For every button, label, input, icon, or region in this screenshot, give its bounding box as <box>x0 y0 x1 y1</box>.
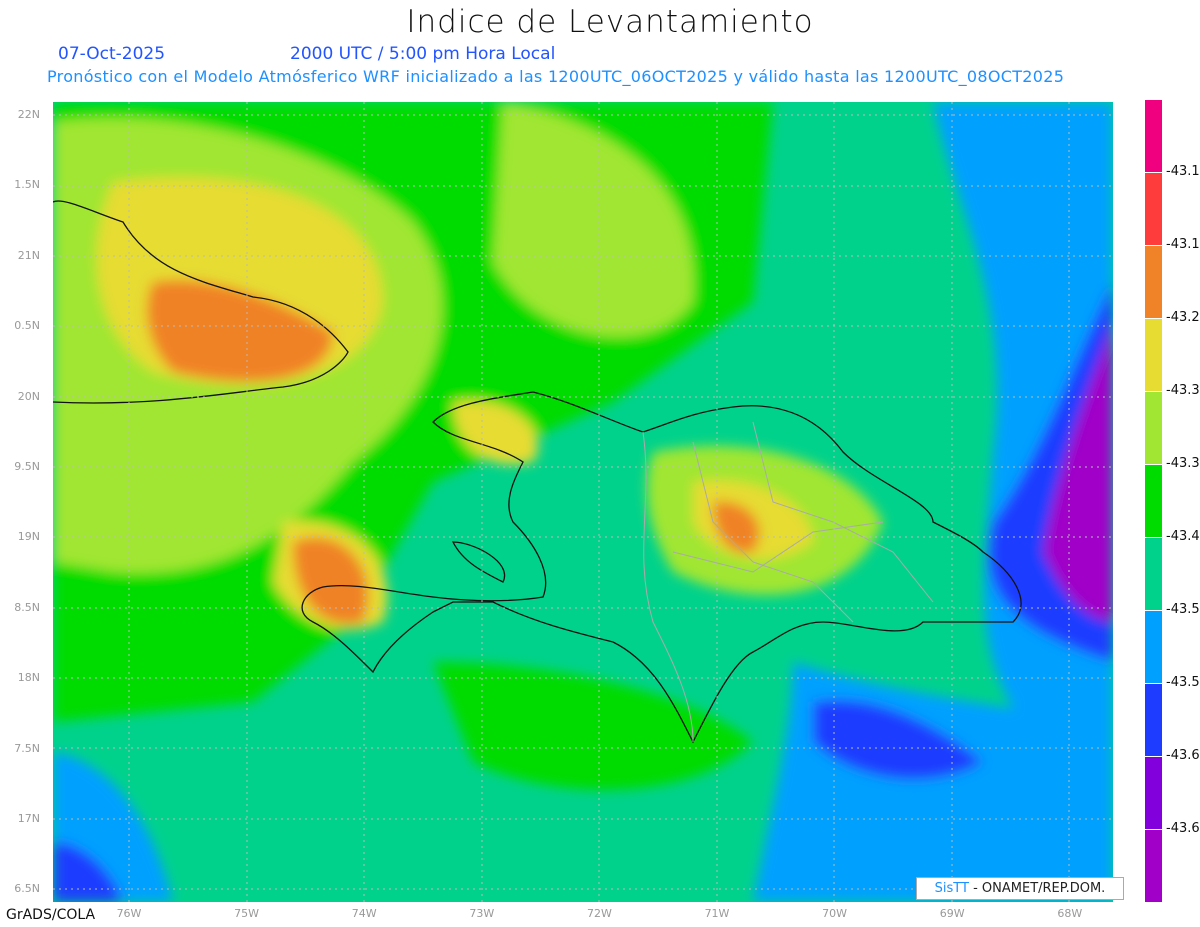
colorbar-swatch <box>1145 100 1162 172</box>
lon-label: 73W <box>469 907 495 920</box>
lat-label: 0.5N <box>14 319 40 333</box>
credit-box: SisTT - ONAMET/REP.DOM. <box>916 877 1124 900</box>
lon-label: 76W <box>116 907 142 920</box>
colorbar-swatch <box>1145 319 1162 391</box>
colorbar-label: -43.5 <box>1166 602 1200 617</box>
colorbar-swatch <box>1145 173 1162 245</box>
colorbar-label: -43.1 <box>1166 164 1200 179</box>
lon-label: 70W <box>822 907 848 920</box>
colorbar-label: -43.6 <box>1166 821 1200 836</box>
lon-label: 74W <box>351 907 377 920</box>
credit-brand: SisTT <box>934 881 969 896</box>
map-title: Indice de Levantamiento <box>406 4 814 40</box>
lat-label: 7.5N <box>14 741 40 755</box>
colorbar-label: -43.4 <box>1166 529 1200 544</box>
colorbar-swatch <box>1145 757 1162 829</box>
forecast-time: 2000 UTC / 5:00 pm Hora Local <box>290 44 556 64</box>
lat-label: 22N <box>17 108 40 121</box>
lifted-index-map <box>53 102 1113 902</box>
lon-label: 68W <box>1057 907 1083 920</box>
credit-text: - ONAMET/REP.DOM. <box>968 881 1106 896</box>
lat-label: 6.5N <box>14 882 40 896</box>
colorbar-label: -43.2 <box>1166 310 1200 325</box>
colorbar-swatch <box>1145 392 1162 464</box>
lat-label: 19N <box>17 530 40 544</box>
lat-label: 18N <box>17 671 40 685</box>
colorbar-label: -43.3 <box>1166 456 1200 471</box>
forecast-date: 07-Oct-2025 <box>58 44 166 64</box>
software-label: GrADS/COLA <box>6 907 96 923</box>
lon-label: 75W <box>234 907 260 920</box>
colorbar-label: -43.1 <box>1166 237 1200 252</box>
lon-label: 71W <box>704 907 730 920</box>
colorbar-label: -43.5 <box>1166 675 1200 690</box>
colorbar-swatch <box>1145 538 1162 610</box>
colorbar-swatch <box>1145 611 1162 683</box>
lon-label: 69W <box>939 907 965 920</box>
lat-label: 8.5N <box>14 600 40 614</box>
colorbar-swatch <box>1145 684 1162 756</box>
lat-label: 1.5N <box>14 178 40 192</box>
lat-label: 21N <box>17 248 40 262</box>
lat-label: 20N <box>17 389 40 403</box>
colorbar-swatch <box>1145 465 1162 537</box>
lon-label: 72W <box>586 907 612 920</box>
model-subtitle: Pronóstico con el Modelo Atmósferico WRF… <box>47 67 1065 86</box>
colorbar-label: -43.3 <box>1166 383 1200 398</box>
lat-label: 9.5N <box>14 460 40 473</box>
colorbar-swatch <box>1145 246 1162 318</box>
lat-label: 17N <box>17 812 40 825</box>
colorbar-swatch <box>1145 830 1162 902</box>
colorbar-label: -43.6 <box>1166 748 1200 763</box>
